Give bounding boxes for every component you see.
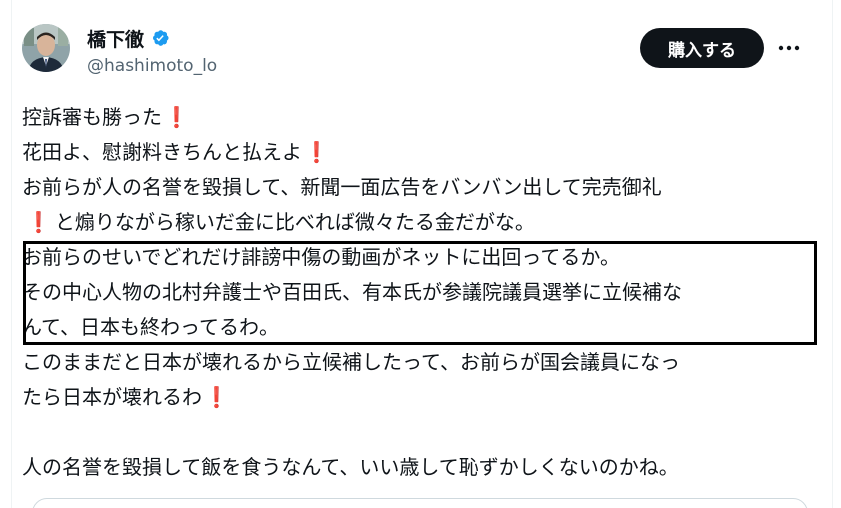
more-horizontal-icon[interactable] — [775, 36, 803, 60]
tweet-line: ❗ と煽りながら稼いだ金に比べれば微々たる金だがな。 — [26, 210, 535, 234]
verified-badge-icon — [153, 30, 169, 46]
tweet-line: 人の名誉を毀損して飯を食うなんて、いい歳して恥ずかしくないのかね。 — [22, 455, 679, 479]
exclamation-emoji: ❗ — [26, 210, 51, 234]
tweet-line-highlighted: その中心人物の北村弁護士や百田氏、有本氏が参議院議員選挙に立候補な — [22, 280, 682, 304]
media-card-edge[interactable] — [32, 498, 808, 508]
tweet-text: 控訴審も勝った ❗ 花田よ、慰謝料きちんと払えよ ❗ お前らが人の名誉を毀損して、新… — [22, 100, 807, 485]
buy-button[interactable]: 購入する — [640, 28, 764, 68]
tweet-line: たら日本が壊れるわ ❗ — [22, 385, 229, 409]
tweet-line-highlighted: んて、日本も終わってるわ。 — [22, 315, 279, 339]
author-display-name[interactable]: 橋下徹 — [87, 25, 144, 52]
tweet-line: 花田よ、慰謝料きちんと払えよ ❗ — [22, 140, 329, 164]
tweet-line: このままだと日本が壊れるから立候補したって、お前らが国会議員になっ — [22, 350, 680, 374]
person-portrait-avatar-icon — [22, 24, 70, 72]
tweet-line: お前らが人の名誉を毀損して、新聞一面広告をバンバン出して完売御礼 — [22, 175, 662, 199]
exclamation-emoji: ❗ — [204, 385, 229, 409]
exclamation-emoji: ❗ — [304, 140, 329, 164]
tweet-line-highlighted: お前らのせいでどれだけ誹謗中傷の動画がネットに出回ってるか。 — [22, 245, 620, 269]
tweet-page: 橋下徹 @hashimoto_lo 購入する 控訴審も勝った ❗ 花田よ、慰謝料き… — [0, 0, 841, 508]
author-name-row[interactable]: 橋下徹 — [87, 25, 170, 52]
author-handle[interactable]: @hashimoto_lo — [87, 56, 217, 76]
exclamation-emoji: ❗ — [164, 105, 189, 129]
tweet-line: 控訴審も勝った ❗ — [22, 105, 189, 129]
avatar[interactable] — [22, 24, 70, 72]
